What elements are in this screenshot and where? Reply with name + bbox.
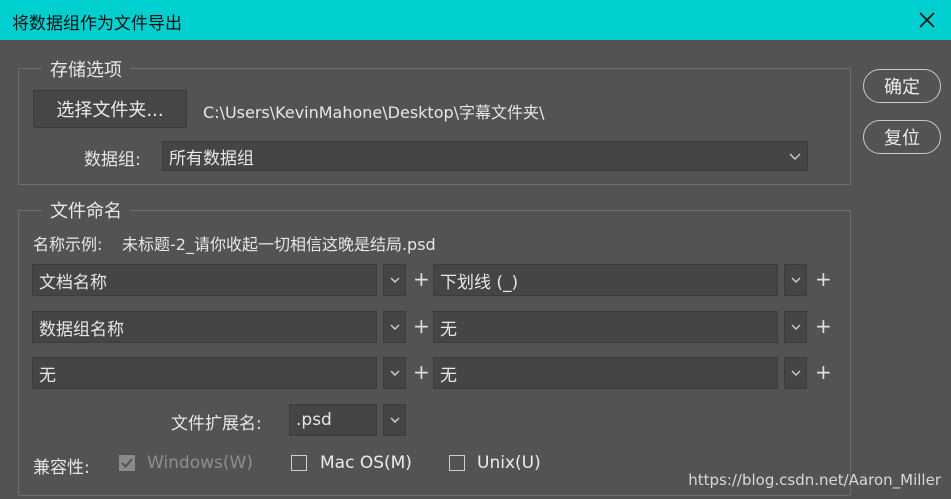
naming-row-3-add-right[interactable]: + bbox=[815, 360, 832, 384]
choose-folder-button[interactable]: 选择文件夹... bbox=[33, 90, 187, 128]
naming-row-1-add-right[interactable]: + bbox=[815, 267, 832, 291]
storage-options-legend: 存储选项 bbox=[42, 56, 130, 82]
dataset-select[interactable]: 所有数据组 bbox=[162, 141, 808, 171]
naming-row-2-left-dropdown[interactable] bbox=[383, 311, 406, 343]
chevron-down-icon bbox=[789, 153, 801, 160]
naming-row-2-right-dropdown[interactable] bbox=[784, 311, 807, 343]
naming-row-1-right-value: 下划线 (_) bbox=[440, 272, 519, 293]
dataset-label: 数据组: bbox=[84, 150, 141, 170]
naming-row-2-add-left[interactable]: + bbox=[413, 314, 430, 338]
watermark: https://blog.csdn.net/Aaron_Miller bbox=[688, 471, 941, 489]
windows-label: Windows(W) bbox=[147, 453, 253, 473]
naming-row-3-left-dropdown[interactable] bbox=[383, 357, 406, 389]
naming-row-2-add-right[interactable]: + bbox=[815, 314, 832, 338]
ok-button[interactable]: 确定 bbox=[863, 69, 941, 103]
example-value: 未标题-2_请你收起一切相信这晚是结局.psd bbox=[122, 235, 436, 254]
example-label: 名称示例: bbox=[33, 235, 103, 254]
unix-label: Unix(U) bbox=[477, 453, 541, 473]
macos-label: Mac OS(M) bbox=[320, 453, 412, 473]
naming-row-2-left-value: 数据组名称 bbox=[39, 319, 124, 340]
chevron-down-icon bbox=[390, 324, 399, 330]
naming-row-1-add-left[interactable]: + bbox=[413, 267, 430, 291]
naming-row-2-right-value: 无 bbox=[440, 319, 457, 340]
chevron-down-icon bbox=[390, 417, 399, 423]
naming-row-2-left-select[interactable]: 数据组名称 bbox=[32, 311, 377, 343]
close-button[interactable] bbox=[909, 2, 945, 38]
naming-row-1-right-dropdown[interactable] bbox=[784, 264, 807, 296]
extension-dropdown[interactable] bbox=[383, 404, 406, 436]
reset-button[interactable]: 复位 bbox=[863, 120, 941, 154]
naming-row-1-right-select[interactable]: 下划线 (_) bbox=[433, 264, 778, 296]
naming-row-3-right-dropdown[interactable] bbox=[784, 357, 807, 389]
chevron-down-icon bbox=[390, 277, 399, 283]
naming-row-1-left-select[interactable]: 文档名称 bbox=[32, 264, 377, 296]
naming-row-1-left-value: 文档名称 bbox=[39, 272, 107, 293]
unix-checkbox[interactable] bbox=[449, 455, 465, 471]
naming-row-3-left-select[interactable]: 无 bbox=[32, 357, 377, 389]
windows-checkbox[interactable] bbox=[119, 455, 135, 471]
close-icon bbox=[919, 12, 935, 28]
chevron-down-icon bbox=[791, 324, 800, 330]
compat-label: 兼容性: bbox=[33, 458, 90, 478]
extension-select[interactable]: .psd bbox=[289, 404, 377, 436]
folder-path: C:\Users\KevinMahone\Desktop\字幕文件夹\ bbox=[203, 103, 545, 122]
macos-checkbox[interactable] bbox=[291, 455, 307, 471]
checkmark-icon bbox=[121, 458, 133, 468]
window-title: 将数据组作为文件导出 bbox=[12, 14, 182, 34]
chevron-down-icon bbox=[390, 370, 399, 376]
file-naming-legend: 文件命名 bbox=[42, 197, 130, 223]
extension-value: .psd bbox=[296, 410, 332, 430]
extension-label: 文件扩展名: bbox=[171, 414, 262, 434]
naming-row-3-left-value: 无 bbox=[39, 365, 56, 386]
naming-row-3-right-select[interactable]: 无 bbox=[433, 357, 778, 389]
naming-row-1-left-dropdown[interactable] bbox=[383, 264, 406, 296]
chevron-down-icon bbox=[791, 277, 800, 283]
naming-row-3-right-value: 无 bbox=[440, 365, 457, 386]
dataset-select-value: 所有数据组 bbox=[169, 148, 254, 169]
chevron-down-icon bbox=[791, 370, 800, 376]
title-bar: 将数据组作为文件导出 bbox=[0, 0, 951, 40]
naming-row-3-add-left[interactable]: + bbox=[413, 360, 430, 384]
naming-row-2-right-select[interactable]: 无 bbox=[433, 311, 778, 343]
